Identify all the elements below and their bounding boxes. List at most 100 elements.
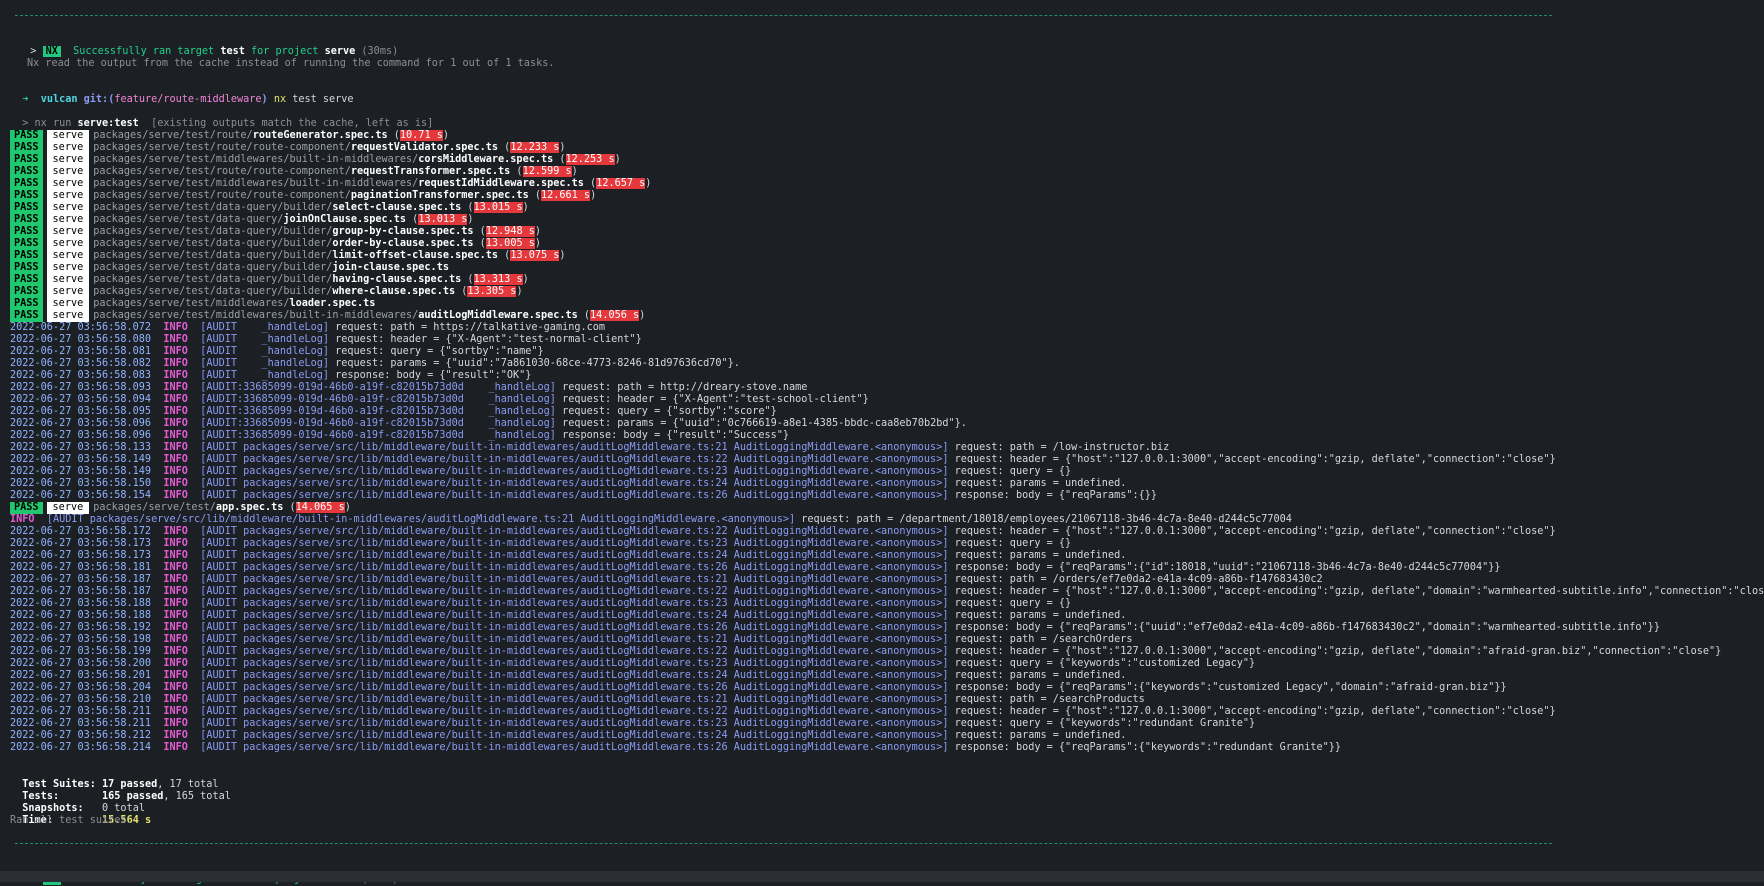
test-dir: packages/serve/test/route/route-componen…	[93, 142, 351, 153]
log-level: INFO	[163, 682, 188, 693]
log-timestamp: 2022-06-27 03:56:58.094	[10, 394, 152, 405]
log-source: [AUDIT packages/serve/src/lib/middleware…	[200, 442, 949, 453]
test-file: paginationTransformer.spec.ts	[350, 190, 529, 201]
log-timestamp: 2022-06-27 03:56:58.150	[10, 478, 152, 489]
log-line: 2022-06-27 03:56:58.198 INFO [AUDIT pack…	[10, 634, 1132, 646]
log-timestamp: 2022-06-27 03:56:58.201	[10, 670, 152, 681]
log-line: 2022-06-27 03:56:58.211 INFO [AUDIT pack…	[10, 718, 1255, 730]
log-message: request: header = {"host":"127.0.0.1:300…	[954, 706, 1556, 717]
log-source: [AUDIT packages/serve/src/lib/middleware…	[200, 694, 949, 705]
log-source: [AUDIT packages/serve/src/lib/middleware…	[200, 634, 949, 645]
log-message: request: query = {"sortby":"score"}	[562, 406, 777, 417]
log-level: INFO	[163, 742, 188, 753]
test-file: joinOnClause.spec.ts	[283, 214, 407, 225]
log-message: request: header = {"host":"127.0.0.1:300…	[954, 526, 1556, 537]
log-source: [AUDIT packages/serve/src/lib/middleware…	[200, 742, 949, 753]
test-duration: 13.015 s	[473, 202, 523, 213]
test-dir: packages/serve/test/data-query/builder/	[93, 250, 333, 261]
log-timestamp: 2022-06-27 03:56:58.093	[10, 382, 152, 393]
project-badge: serve	[46, 154, 90, 166]
log-level: INFO	[163, 706, 188, 717]
test-dir: packages/serve/test/data-query/builder/	[93, 286, 333, 297]
log-timestamp: 2022-06-27 03:56:58.173	[10, 550, 152, 561]
project-badge: serve	[46, 274, 90, 286]
project-badge: serve	[46, 202, 90, 214]
log-line: 2022-06-27 03:56:58.149 INFO [AUDIT pack…	[10, 454, 1556, 466]
log-timestamp: 2022-06-27 03:56:58.192	[10, 622, 152, 633]
log-level: INFO	[163, 538, 188, 549]
log-line: 2022-06-27 03:56:58.210 INFO [AUDIT pack…	[10, 694, 1145, 706]
log-message: response: body = {"result":"OK"}	[335, 370, 532, 381]
log-line: 2022-06-27 03:56:58.150 INFO [AUDIT pack…	[10, 478, 1126, 490]
log-timestamp: 2022-06-27 03:56:58.187	[10, 586, 152, 597]
test-dir: packages/serve/test/route/route-componen…	[93, 190, 351, 201]
pass-badge: PASS	[10, 310, 43, 322]
log-message: request: query = {"keywords":"customized…	[954, 658, 1256, 669]
log-message: request: header = {"X-Agent":"test-norma…	[335, 334, 642, 345]
log-line: 2022-06-27 03:56:58.072 INFO [AUDIT _han…	[10, 322, 605, 334]
log-level: INFO	[163, 442, 188, 453]
pass-badge: PASS	[10, 286, 43, 298]
log-timestamp: 2022-06-27 03:56:58.210	[10, 694, 152, 705]
log-source: [AUDIT packages/serve/src/lib/middleware…	[200, 610, 949, 621]
log-timestamp: 2022-06-27 03:56:58.095	[10, 406, 152, 417]
log-line: 2022-06-27 03:56:58.199 INFO [AUDIT pack…	[10, 646, 1721, 658]
pass-badge: PASS	[10, 130, 43, 142]
log-message: request: path = /orders/ef7e0da2-e41a-4c…	[954, 574, 1323, 585]
nx-run-line: > nx run serve:test [existing outputs ma…	[22, 118, 434, 129]
log-source: [AUDIT _handleLog]	[200, 334, 329, 345]
log-source: [AUDIT packages/serve/src/lib/middleware…	[200, 550, 949, 561]
pass-badge: PASS	[10, 298, 43, 310]
log-source: [AUDIT packages/serve/src/lib/middleware…	[200, 622, 949, 633]
test-result-row: PASS serve packages/serve/test/route/route…	[10, 142, 566, 154]
log-level: INFO	[163, 454, 188, 465]
test-duration: 13.313 s	[473, 274, 523, 285]
log-level: INFO	[163, 478, 188, 489]
log-source: [AUDIT packages/serve/src/lib/middleware…	[200, 466, 949, 477]
test-duration: 10.71 s	[399, 130, 443, 141]
pass-badge: PASS	[10, 502, 43, 514]
log-message: request: query = {}	[954, 538, 1072, 549]
log-timestamp: 2022-06-27 03:56:58.149	[10, 454, 152, 465]
cache-note: Nx read the output from the cache instea…	[27, 58, 555, 69]
log-source: [AUDIT:33685099-019d-46b0-a19f-c82015b73…	[200, 382, 556, 393]
test-result-row: PASS serve packages/serve/test/middlewares…	[10, 298, 375, 310]
pass-badge: PASS	[10, 154, 43, 166]
log-level: INFO	[163, 370, 188, 381]
log-timestamp: 2022-06-27 03:56:58.133	[10, 442, 152, 453]
log-message: response: body = {"reqParams":{}}	[954, 490, 1158, 501]
pass-badge: PASS	[10, 142, 43, 154]
log-message: request: query = {}	[954, 598, 1072, 609]
test-file: select-clause.spec.ts	[332, 202, 462, 213]
log-line: 2022-06-27 03:56:58.211 INFO [AUDIT pack…	[10, 706, 1556, 718]
log-source: [AUDIT _handleLog]	[200, 370, 329, 381]
log-message: request: path = /department/18018/employ…	[801, 514, 1292, 525]
test-result-row: PASS serve packages/serve/test/route/route…	[10, 130, 449, 142]
log-level: INFO	[163, 550, 188, 561]
log-line: 2022-06-27 03:56:58.080 INFO [AUDIT _han…	[10, 334, 642, 346]
log-level: INFO	[163, 634, 188, 645]
log-message: request: params = undefined.	[954, 610, 1127, 621]
test-dir: packages/serve/test/route/	[93, 130, 253, 141]
log-level: INFO	[163, 586, 188, 597]
test-file: routeGenerator.spec.ts	[252, 130, 388, 141]
project-badge: serve	[46, 214, 90, 226]
test-dir: packages/serve/test/data-query/builder/	[93, 202, 333, 213]
pass-badge: PASS	[10, 214, 43, 226]
test-result-row: PASS serve packages/serve/test/route/route…	[10, 190, 596, 202]
log-timestamp: 2022-06-27 03:56:58.198	[10, 634, 152, 645]
log-source: [AUDIT packages/serve/src/lib/middleware…	[200, 478, 949, 489]
log-message: request: params = {"uuid":"7a861030-68ce…	[335, 358, 740, 369]
log-source: [AUDIT packages/serve/src/lib/middleware…	[200, 586, 949, 597]
test-result-row: PASS serve packages/serve/test/data-query/…	[10, 226, 541, 238]
log-timestamp: 2022-06-27 03:56:58.172	[10, 526, 152, 537]
test-dir: packages/serve/test/data-query/builder/	[93, 262, 333, 273]
log-timestamp: 2022-06-27 03:56:58.154	[10, 490, 152, 501]
project-badge: serve	[46, 238, 90, 250]
log-message: response: body = {"result":"Success"}	[562, 430, 790, 441]
log-line: INFO [AUDIT packages/serve/src/lib/middl…	[10, 514, 1292, 526]
log-message: request: query = {}	[954, 466, 1072, 477]
log-message: request: header = {"X-Agent":"test-schoo…	[562, 394, 869, 405]
log-level: INFO	[163, 358, 188, 369]
log-line: 2022-06-27 03:56:58.187 INFO [AUDIT pack…	[10, 574, 1323, 586]
